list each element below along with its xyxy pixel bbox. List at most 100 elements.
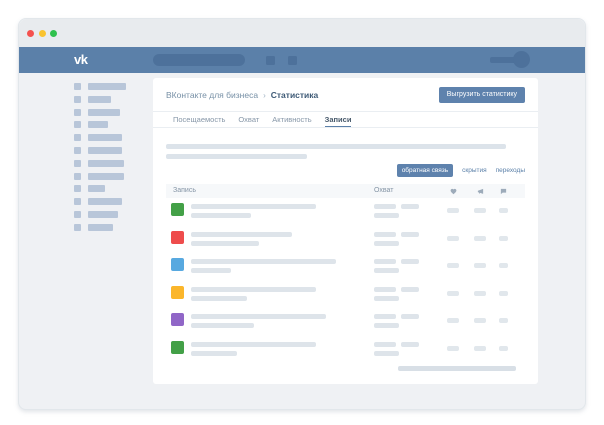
post-subtitle-placeholder	[191, 268, 231, 274]
reach-value-placeholder	[374, 231, 396, 237]
reach-value-placeholder	[401, 231, 419, 237]
vk-logo[interactable]: vk	[74, 47, 88, 73]
screenshot-canvas: vk ВКонтакте для бизнеса › Статистика Вы…	[0, 0, 604, 425]
filter-button[interactable]: переходы	[496, 167, 525, 174]
reach-value-placeholder	[401, 259, 419, 265]
sidebar-item-icon	[74, 121, 81, 129]
likes-value-placeholder	[447, 345, 459, 351]
reach-column-header: Охват	[374, 187, 394, 194]
reach-value-placeholder	[374, 204, 396, 209]
post-title-placeholder	[191, 286, 316, 292]
comments-value-placeholder	[499, 318, 508, 324]
megaphone-icon[interactable]	[477, 188, 484, 195]
window-control-button[interactable]	[27, 30, 34, 37]
sidebar-item-label-placeholder	[88, 172, 124, 180]
comments-value-placeholder	[499, 263, 508, 269]
table-row[interactable]	[166, 227, 525, 255]
post-title-placeholder	[191, 341, 316, 347]
sidebar-item-label-placeholder	[88, 83, 126, 90]
sidebar-item-label-placeholder	[88, 121, 108, 129]
header-action-icon[interactable]	[288, 56, 297, 65]
comment-icon[interactable]	[500, 188, 507, 195]
heart-icon[interactable]	[450, 188, 457, 195]
sidebar-item[interactable]	[74, 159, 126, 167]
sidebar-item[interactable]	[74, 121, 126, 129]
reach-value-placeholder	[374, 350, 399, 356]
post-title-placeholder	[191, 259, 336, 265]
sidebar-item-icon	[74, 172, 81, 180]
post-thumbnail	[171, 340, 184, 354]
filter-button[interactable]: обратная связь	[396, 164, 454, 177]
sidebar-item-icon	[74, 210, 81, 218]
window-control-button[interactable]	[50, 30, 57, 37]
sidebar-item-icon	[74, 134, 81, 142]
divider	[153, 127, 538, 128]
statistics-card: ВКонтакте для бизнеса › Статистика Выгру…	[153, 78, 538, 384]
table-row[interactable]	[166, 337, 525, 365]
sidebar-item[interactable]	[74, 146, 126, 154]
post-thumbnail	[171, 230, 184, 244]
breadcrumb-parent-link[interactable]: ВКонтакте для бизнеса	[166, 90, 258, 100]
reach-value-placeholder	[374, 259, 396, 265]
table-row[interactable]	[166, 254, 525, 282]
post-thumbnail	[171, 203, 184, 216]
sidebar-item[interactable]	[74, 83, 126, 90]
sidebar-item[interactable]	[74, 198, 126, 206]
reach-value-placeholder	[374, 240, 399, 246]
header-action-icon[interactable]	[266, 56, 275, 65]
sidebar-item[interactable]	[74, 172, 126, 180]
post-thumbnail	[171, 313, 184, 327]
reach-value-placeholder	[374, 314, 396, 320]
footer-placeholder-line	[398, 366, 516, 371]
sidebar-item[interactable]	[74, 185, 126, 193]
post-thumbnail	[171, 285, 184, 299]
likes-value-placeholder	[447, 318, 459, 324]
sidebar-item-icon	[74, 108, 81, 116]
sidebar-item-label-placeholder	[88, 95, 111, 103]
reposts-value-placeholder	[474, 345, 486, 351]
reach-value-placeholder	[374, 323, 399, 329]
comments-value-placeholder	[499, 290, 508, 296]
likes-value-placeholder	[447, 235, 459, 241]
post-subtitle-placeholder	[191, 350, 237, 356]
filter-buttons: обратная связь скрытия переходы	[166, 163, 525, 178]
window-control-button[interactable]	[38, 30, 46, 37]
post-subtitle-placeholder	[191, 240, 259, 246]
browser-titlebar	[19, 19, 585, 47]
sidebar-item-label-placeholder	[88, 198, 122, 206]
breadcrumb: ВКонтакте для бизнеса › Статистика	[166, 89, 318, 101]
table-row[interactable]	[166, 309, 525, 337]
post-thumbnail	[171, 258, 184, 272]
table-row[interactable]	[166, 199, 525, 227]
vk-top-bar: vk	[19, 47, 585, 73]
table-row[interactable]	[166, 282, 525, 310]
chevron-right-icon: ›	[263, 90, 266, 100]
record-column-header: Запись	[173, 187, 196, 194]
sidebar-item-icon	[74, 83, 81, 90]
sidebar-item[interactable]	[74, 210, 126, 218]
sidebar-item[interactable]	[74, 95, 126, 103]
sidebar-item-icon	[74, 223, 81, 231]
reach-value-placeholder	[401, 314, 419, 320]
likes-value-placeholder	[447, 208, 459, 213]
reach-value-placeholder	[401, 286, 419, 292]
filter-button[interactable]: скрытия	[462, 167, 487, 174]
export-statistics-button[interactable]: Выгрузить статистику	[438, 87, 525, 103]
sidebar-item[interactable]	[74, 108, 126, 116]
sidebar-item[interactable]	[74, 134, 126, 142]
sidebar-item-label-placeholder	[88, 210, 118, 218]
sidebar-item-icon	[74, 95, 81, 103]
content-placeholder-line	[166, 154, 307, 159]
avatar[interactable]	[513, 51, 530, 68]
sidebar-item-label-placeholder	[88, 108, 120, 116]
search-input[interactable]	[153, 54, 245, 66]
sidebar-item-icon	[74, 198, 81, 206]
table-header: Запись Охват	[166, 184, 525, 198]
reach-value-placeholder	[401, 341, 419, 347]
post-subtitle-placeholder	[191, 323, 254, 329]
comments-value-placeholder	[499, 235, 508, 241]
sidebar-item[interactable]	[74, 223, 126, 231]
likes-value-placeholder	[447, 263, 459, 269]
reposts-value-placeholder	[474, 208, 486, 213]
comments-value-placeholder	[499, 345, 508, 351]
